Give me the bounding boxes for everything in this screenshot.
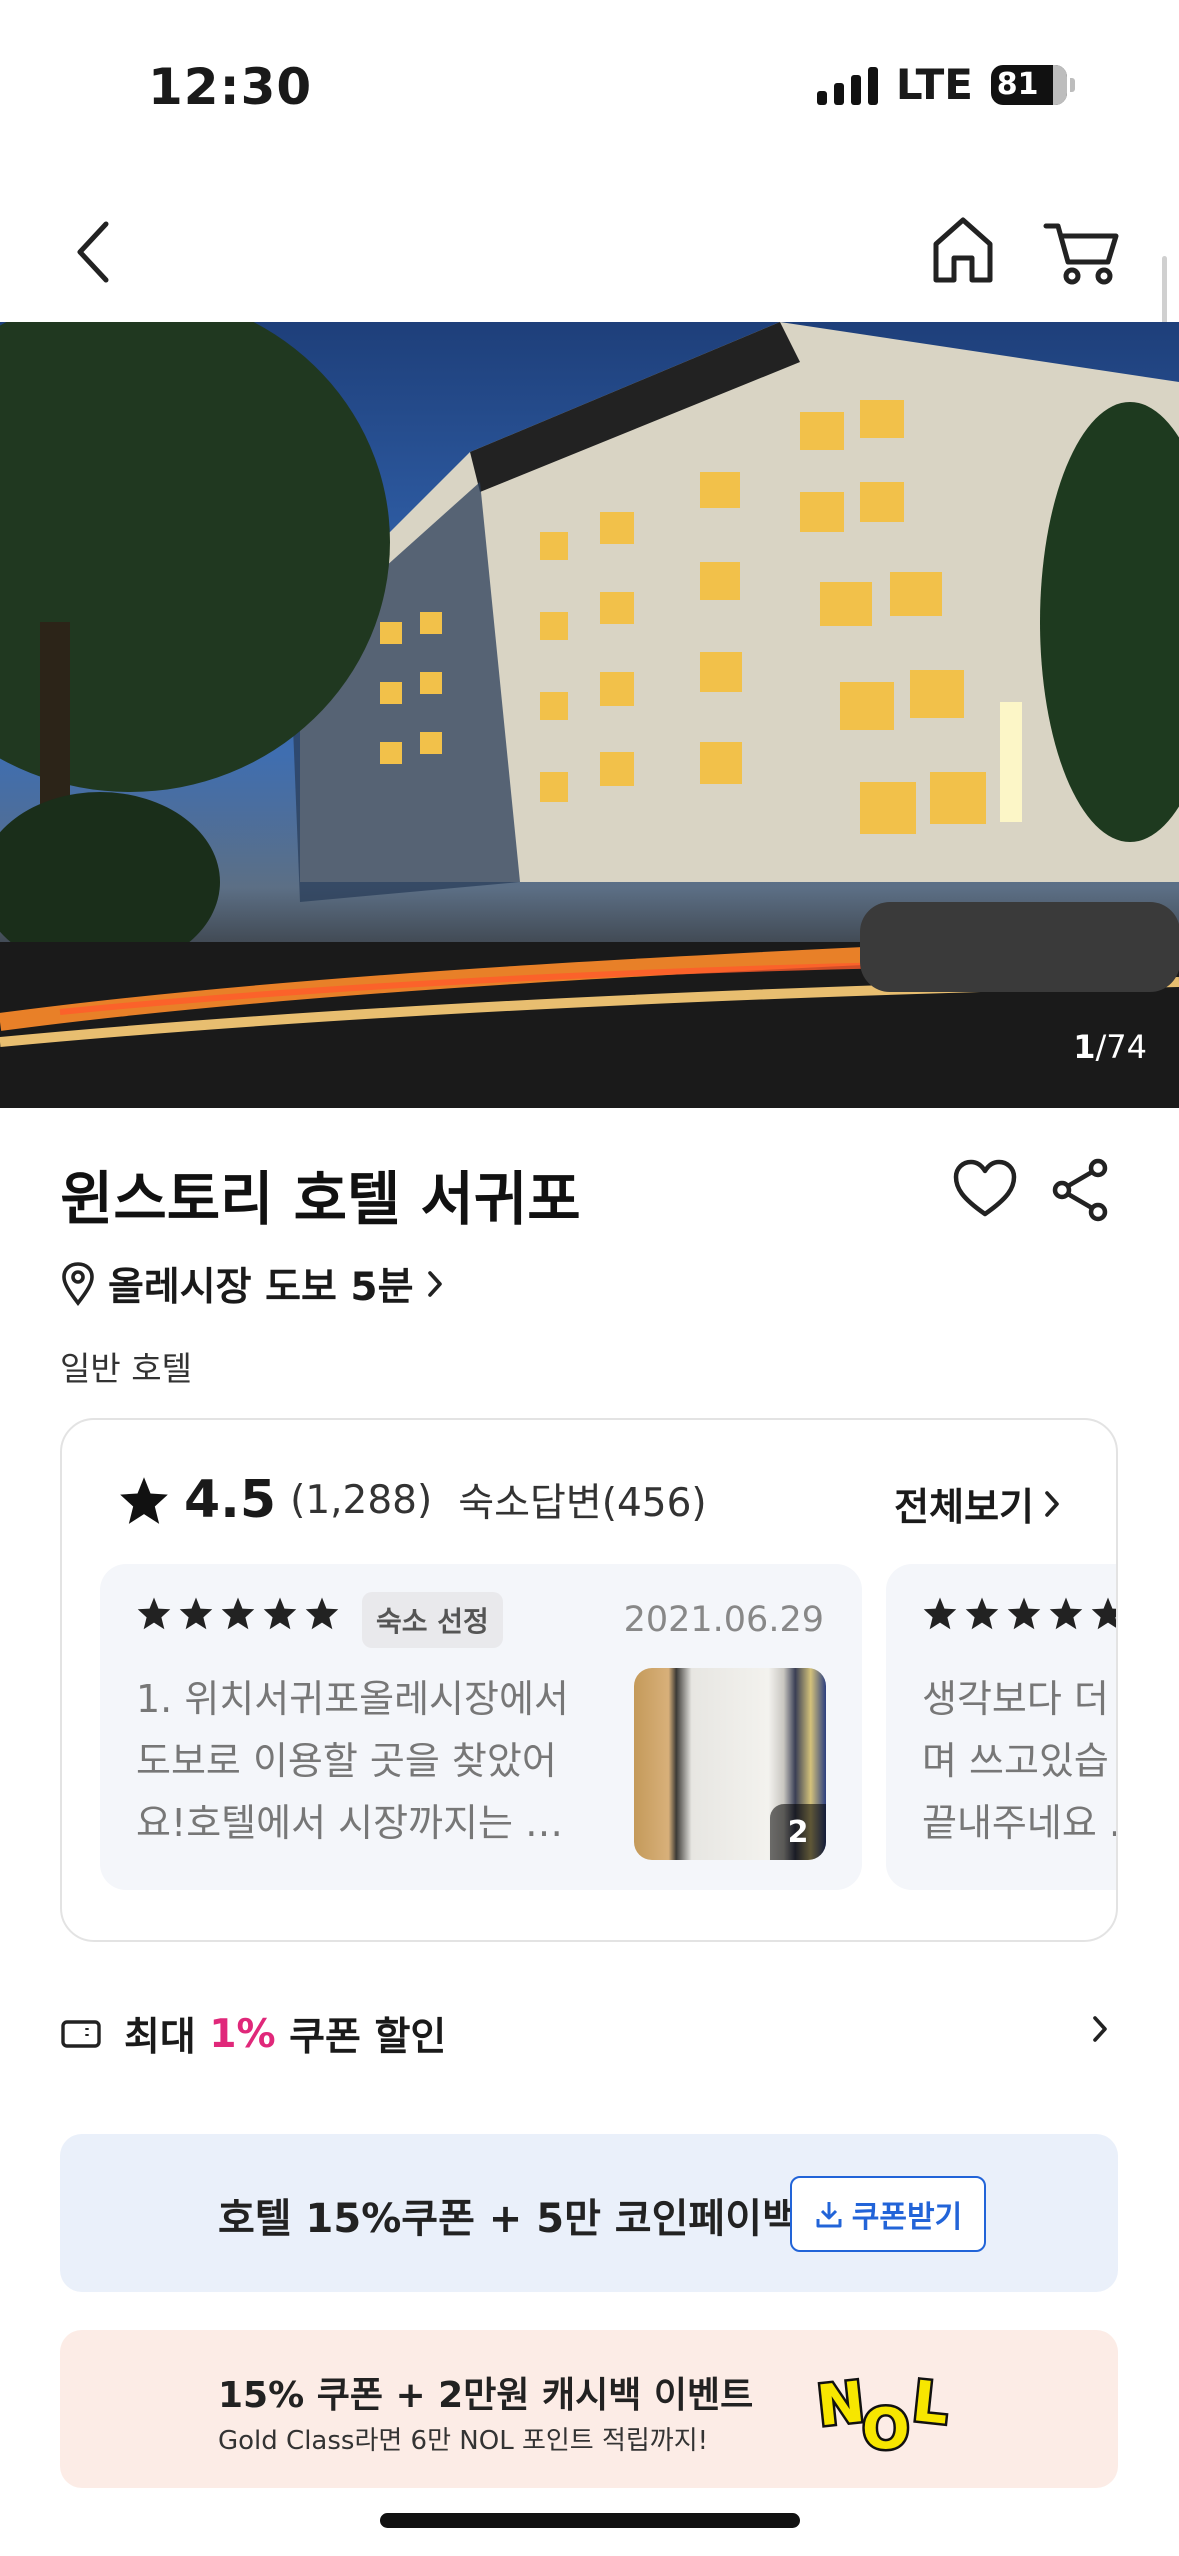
review-count: (1,288) xyxy=(290,1477,433,1523)
star-icon xyxy=(965,1597,999,1630)
home-indicator[interactable] xyxy=(380,2513,800,2528)
star-icon xyxy=(179,1597,213,1630)
share-icon xyxy=(1052,1158,1108,1222)
network-type: LTE xyxy=(895,60,973,109)
coupon-suffix: 쿠폰 할인 xyxy=(275,2015,447,2060)
star-icon xyxy=(221,1597,255,1630)
map-pin-icon xyxy=(62,1262,94,1306)
status-indicators: LTE 81 xyxy=(816,60,1075,109)
event-title: 15% 쿠폰 + 2만원 캐시백 이벤트 xyxy=(218,2375,754,2416)
review-summary-card: 4.5 (1,288) 숙소답변(456) 전체보기 숙소 선정 2021.06… xyxy=(60,1418,1118,1942)
hotel-coupon-banner[interactable]: 호텔 15%쿠폰 + 5만 코인페이백 쿠폰받기 xyxy=(60,2134,1118,2292)
selected-review-badge: 숙소 선정 xyxy=(362,1592,503,1648)
heart-icon xyxy=(953,1159,1017,1217)
event-subtitle: Gold Class라면 6만 NOL 포인트 적립까지! xyxy=(218,2426,709,2456)
star-icon xyxy=(923,1597,957,1630)
get-coupon-label: 쿠폰받기 xyxy=(851,2200,963,2235)
hotel-name: 윈스토리 호텔 서귀포 xyxy=(60,1165,581,1233)
coupon-prefix: 최대 xyxy=(124,2015,210,2060)
battery-icon: 81 xyxy=(991,64,1075,105)
share-button[interactable] xyxy=(1050,1158,1112,1222)
download-icon xyxy=(816,2202,842,2228)
rating-row: 4.5 (1,288) 숙소답변(456) xyxy=(118,1470,707,1530)
review-stars xyxy=(136,1596,340,1630)
banner-text: 호텔 15%쿠폰 + 5만 코인페이백 xyxy=(218,2196,799,2242)
chevron-right-icon xyxy=(1045,1490,1059,1517)
svg-text:L: L xyxy=(909,2369,951,2437)
svg-text:N: N xyxy=(814,2370,867,2440)
star-icon xyxy=(137,1597,171,1630)
nol-logo: N O L xyxy=(812,2367,954,2460)
chevron-left-icon xyxy=(77,221,109,283)
review-text: 1. 위치서귀포올레시장에서 도보로 이용할 곳을 찾았어요!호텔에서 시장까지… xyxy=(136,1677,569,1845)
view-all-label: 전체보기 xyxy=(894,1485,1034,1529)
cart-button[interactable] xyxy=(1042,210,1122,290)
star-icon xyxy=(1007,1597,1041,1630)
battery-level: 81 xyxy=(996,67,1039,102)
chevron-right-icon xyxy=(1093,2016,1107,2042)
coupon-discount-row[interactable]: 최대 1% 쿠폰 할인 xyxy=(60,2006,1118,2062)
cellular-signal-icon xyxy=(816,65,878,105)
hotel-photo-illustration xyxy=(0,322,1179,1108)
star-icon xyxy=(1049,1597,1083,1630)
review-photo[interactable]: 2 xyxy=(634,1668,826,1860)
home-button[interactable] xyxy=(928,210,998,290)
star-icon xyxy=(263,1597,297,1630)
review-stars xyxy=(922,1596,1116,1630)
hotel-category: 일반 호텔 xyxy=(60,1349,192,1388)
svg-text:O: O xyxy=(862,2397,910,2460)
cart-icon xyxy=(1043,223,1119,285)
star-icon xyxy=(305,1597,339,1630)
chevron-right-icon xyxy=(428,1271,443,1297)
rating-value: 4.5 xyxy=(184,1470,277,1530)
star-icon xyxy=(1091,1597,1116,1630)
star-icon xyxy=(120,1477,168,1524)
photo-counter: 1/74 xyxy=(1073,1028,1147,1066)
review-item[interactable]: 생각보다 더 며 쓰고있습 끝내주네요 . xyxy=(886,1564,1116,1890)
review-text: 생각보다 더 며 쓰고있습 끝내주네요 . xyxy=(922,1677,1116,1845)
view-all-reviews-link[interactable]: 전체보기 xyxy=(894,1476,1062,1531)
photo-count: 2 xyxy=(770,1804,826,1860)
location-link[interactable]: 올레시장 도보 5분 xyxy=(60,1256,445,1312)
location-text: 올레시장 도보 5분 xyxy=(108,1265,414,1310)
host-reply-count: 숙소답변(456) xyxy=(458,1481,707,1526)
review-item[interactable]: 숙소 선정 2021.06.29 1. 위치서귀포올레시장에서 도보로 이용할 … xyxy=(100,1564,862,1890)
coupon-icon xyxy=(61,2020,101,2048)
home-icon xyxy=(933,217,993,283)
hotel-photo[interactable] xyxy=(0,322,1179,1108)
review-date: 2021.06.29 xyxy=(623,1600,824,1640)
get-coupon-button[interactable]: 쿠폰받기 xyxy=(790,2176,986,2252)
favorite-button[interactable] xyxy=(952,1158,1018,1220)
cashback-event-banner[interactable]: 15% 쿠폰 + 2만원 캐시백 이벤트 Gold Class라면 6만 NOL… xyxy=(60,2330,1118,2488)
back-button[interactable] xyxy=(66,212,126,292)
status-time: 12:30 xyxy=(148,58,313,116)
coupon-percent: 1% xyxy=(209,2011,276,2057)
